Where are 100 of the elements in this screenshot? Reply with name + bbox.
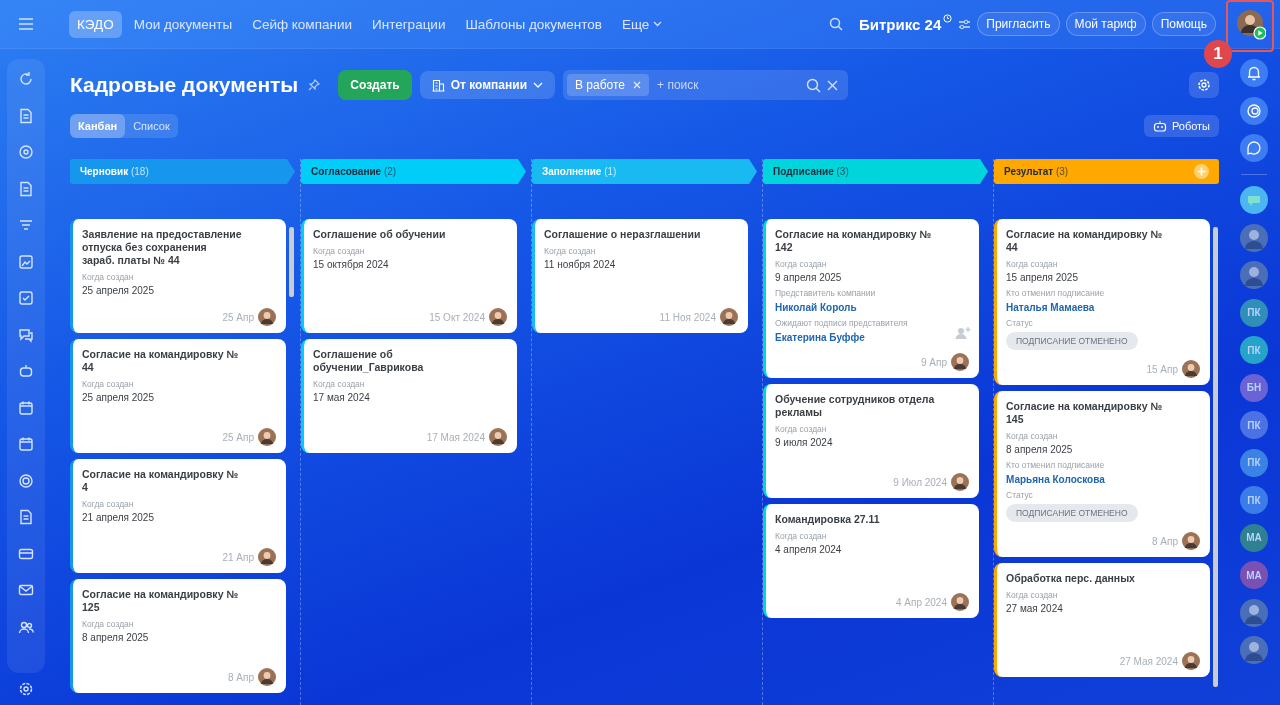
contact-avatar[interactable]: МА — [1240, 561, 1268, 589]
message-icon[interactable] — [1240, 186, 1268, 214]
disc-icon[interactable] — [18, 144, 34, 160]
person-link[interactable]: Николай Король — [775, 302, 857, 313]
nav-tab[interactable]: Интеграции — [364, 10, 454, 38]
settings-button[interactable] — [1189, 72, 1219, 98]
refresh-icon[interactable] — [18, 71, 34, 87]
person-link[interactable]: Наталья Мамаева — [1006, 302, 1095, 313]
doc-icon[interactable] — [18, 180, 34, 197]
view-tab[interactable]: Канбан — [70, 114, 126, 138]
document-card[interactable]: Соглашение об обучении Когда создан 15 октября 2024 15 Окт 2024 — [301, 219, 517, 333]
document-card[interactable]: Согласие на командировку № 4 Когда создан 21 апреля 2025 21 Апр — [70, 459, 286, 573]
contact-avatar[interactable]: ПК — [1240, 486, 1268, 514]
document-card[interactable]: Командировка 27.11 Когда создан 4 апреля 2024 4 Апр 2024 — [763, 504, 979, 618]
search-icon[interactable] — [829, 17, 843, 31]
search-icon[interactable] — [806, 77, 822, 93]
field-label: Когда создан — [313, 379, 366, 389]
document-card[interactable]: Согласие на командировку № 44 Когда создан 25 апреля 2025 25 Апр — [70, 339, 286, 453]
nav-tab[interactable]: КЭДО — [69, 10, 122, 38]
card-date: 4 Апр 2024 — [896, 596, 947, 608]
card-date: 8 Апр — [228, 671, 254, 683]
field-label: Представитель компании — [775, 288, 877, 298]
nav-tab[interactable]: Мои документы — [125, 10, 241, 38]
contact-avatar[interactable]: МА — [1240, 523, 1268, 552]
author-avatar[interactable] — [720, 308, 738, 326]
calendar-icon[interactable] — [18, 399, 34, 416]
card-date: 15 Апр — [1146, 363, 1178, 375]
scrollbar[interactable] — [289, 227, 294, 297]
robot-icon[interactable] — [18, 363, 34, 379]
company-dropdown[interactable]: От компании — [419, 71, 556, 99]
doc-icon[interactable] — [18, 509, 34, 525]
document-card[interactable]: Обучение сотрудников отдела рекламы Когда создан 9 июля 2024 9 Июл 2024 — [763, 384, 979, 498]
card-title: Согласие на командировку № 4 — [82, 468, 240, 494]
author-avatar[interactable] — [1182, 360, 1200, 378]
author-avatar[interactable] — [1182, 532, 1200, 550]
contact-avatar[interactable] — [1240, 261, 1268, 289]
author-avatar[interactable] — [258, 428, 276, 446]
contact-avatar[interactable] — [1240, 223, 1268, 252]
pin-icon[interactable] — [308, 79, 321, 91]
target-icon[interactable] — [18, 472, 34, 489]
header-button[interactable]: Помощь — [1151, 12, 1216, 36]
view-tab[interactable]: Список — [125, 114, 178, 138]
stack-icon[interactable] — [18, 217, 34, 233]
close-icon[interactable] — [827, 79, 839, 91]
card-date: 15 Окт 2024 — [429, 311, 485, 323]
author-avatar[interactable] — [1182, 652, 1200, 670]
robots-button[interactable]: Роботы — [1143, 115, 1219, 137]
contact-avatar[interactable]: БН — [1240, 373, 1268, 402]
more-menu[interactable]: Еще — [613, 10, 671, 38]
document-card[interactable]: Согласие на командировку № 125 Когда создан 8 апреля 2025 8 Апр — [70, 579, 286, 693]
document-card[interactable]: Согласие на командировку № 145 Когда создан 8 апреля 2025 Кто отменил подписание Марьяна Колоскова Статус ПОДПИСАНИЕ ОТМЕНЕНО 8 Апр — [994, 391, 1210, 557]
contact-avatar[interactable]: ПК — [1240, 411, 1268, 439]
image-icon[interactable] — [18, 253, 34, 270]
menu-icon[interactable] — [18, 18, 34, 30]
filter-chip[interactable]: В работе — [567, 74, 650, 96]
author-avatar[interactable] — [258, 668, 276, 686]
person-link[interactable]: Екатерина Буффе — [775, 332, 865, 343]
author-avatar[interactable] — [951, 593, 969, 611]
field-label: Когда создан — [1006, 590, 1059, 600]
person-link[interactable]: Марьяна Колоскова — [1006, 474, 1105, 485]
settings-icon[interactable] — [18, 681, 34, 697]
doc-icon[interactable] — [18, 107, 34, 124]
contact-avatar[interactable]: ПК — [1240, 298, 1268, 327]
document-card[interactable]: Обработка перс. данных Когда создан 27 мая 2024 27 Мая 2024 — [994, 563, 1210, 677]
logo[interactable]: Битрикс 24 — [859, 15, 942, 33]
contact-avatar[interactable] — [1240, 636, 1268, 664]
header-button[interactable]: Мой тариф — [1065, 12, 1146, 36]
author-avatar[interactable] — [258, 548, 276, 566]
document-card[interactable]: Согласие на командировку № 44 Когда создан 15 апреля 2025 Кто отменил подписание Наталья Мамаева Статус ПОДПИСАНИЕ ОТМЕНЕНО 15 Апр — [994, 219, 1210, 385]
create-button[interactable]: Создать — [338, 70, 412, 100]
bell-icon[interactable] — [1240, 59, 1268, 87]
mail-icon[interactable] — [18, 582, 34, 598]
author-avatar[interactable] — [951, 353, 969, 371]
close-icon[interactable] — [633, 81, 642, 89]
document-card[interactable]: Заявление на предоставление отпуска без сохранения зараб. платы № 44 Когда создан 25 апреля 2025 25 Апр — [70, 219, 286, 333]
chat-icon[interactable] — [18, 326, 34, 343]
spiral-icon[interactable] — [1240, 96, 1268, 125]
header-button[interactable]: Пригласить — [977, 12, 1060, 36]
field-value: 27 мая 2024 — [1006, 603, 1064, 614]
document-card[interactable]: Соглашение об обучении_Гаврикова Когда создан 17 мая 2024 17 Мая 2024 — [301, 339, 517, 453]
chevron-down-icon — [533, 82, 544, 88]
scrollbar[interactable] — [1213, 227, 1218, 687]
document-card[interactable]: Согласие на командировку № 142 Когда создан 9 апреля 2025 Представитель компании Николай Король Ожидают подписи представителя Екатерина Буффе 9 Апр — [763, 219, 979, 378]
nav-tab[interactable]: Шаблоны документов — [457, 10, 610, 38]
nav-tab[interactable]: Сейф компании — [244, 10, 360, 38]
card-title: Обучение сотрудников отдела рекламы — [775, 393, 936, 419]
author-avatar[interactable] — [489, 308, 507, 326]
document-card[interactable]: Соглашение о неразглашении Когда создан 11 ноября 2024 11 Ноя 2024 — [532, 219, 748, 333]
chat-icon[interactable] — [1240, 134, 1268, 162]
contact-avatar[interactable] — [1240, 598, 1268, 627]
contact-avatar[interactable]: ПК — [1240, 448, 1268, 477]
sliders-icon[interactable] — [958, 18, 972, 30]
author-avatar[interactable] — [258, 308, 276, 326]
check-icon[interactable] — [18, 290, 34, 306]
search-field[interactable]: В работе + поиск — [563, 70, 849, 100]
author-avatar[interactable] — [951, 473, 969, 491]
field-label: Статус — [1006, 318, 1034, 328]
user-avatar[interactable] — [1236, 9, 1266, 41]
calendar-icon[interactable] — [18, 436, 34, 452]
author-avatar[interactable] — [489, 428, 507, 446]
